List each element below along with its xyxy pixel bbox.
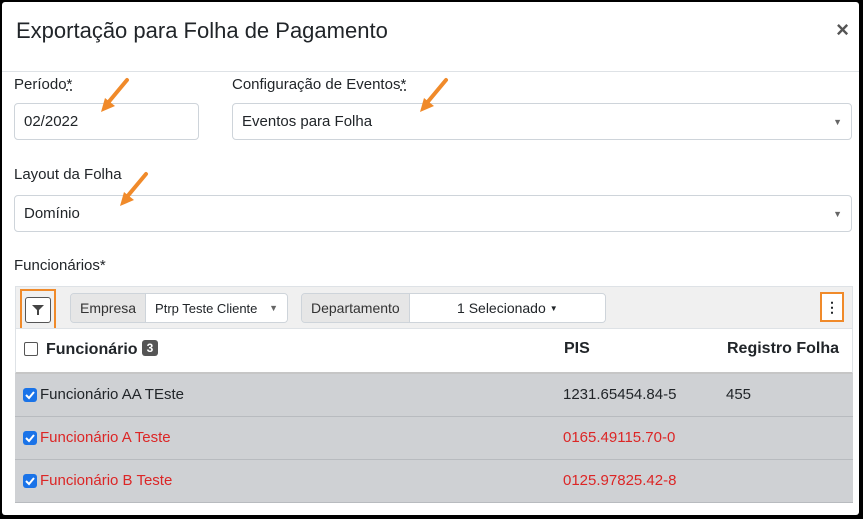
caret-down-icon: ▼ <box>833 116 842 127</box>
table-toolbar: Empresa Ptrp Teste Cliente ▼ Departament… <box>15 286 853 331</box>
check-icon <box>25 434 35 443</box>
annotation-arrow-icon <box>101 78 129 112</box>
table-row[interactable]: Funcionário A Teste 0165.49115.70-0 <box>15 417 853 460</box>
empresa-filter[interactable]: Empresa Ptrp Teste Cliente ▼ <box>70 293 288 323</box>
caret-down-icon: ▼ <box>269 303 278 313</box>
filter-icon <box>32 305 44 315</box>
row-name: Funcionário AA TEste <box>40 386 184 403</box>
modal-header: Exportação para Folha de Pagamento × <box>2 2 859 72</box>
kebab-menu-icon: ⋮ <box>825 298 839 315</box>
header-registro: Registro Folha <box>727 340 840 357</box>
row-checkbox[interactable] <box>23 388 37 402</box>
more-options-button[interactable]: ⋮ <box>820 292 844 322</box>
row-pis: 0165.49115.70-0 <box>563 429 676 446</box>
departamento-filter[interactable]: Departamento 1 Selecionado ▼ <box>301 293 606 323</box>
row-pis: 0125.97825.42-8 <box>563 472 677 489</box>
table-row[interactable]: Funcionário AA TEste 1231.65454.84-5 455 <box>15 374 853 417</box>
close-icon[interactable]: × <box>836 17 849 42</box>
header-funcionario: Funcionário 3 <box>46 340 159 359</box>
caret-down-icon: ▼ <box>549 303 558 313</box>
filter-button[interactable] <box>20 289 56 331</box>
departamento-label: Departamento <box>302 294 410 322</box>
config-label: Configuração de Eventos* <box>232 76 407 93</box>
annotation-arrow-icon <box>420 78 448 112</box>
row-pis: 1231.65454.84-5 <box>563 386 677 403</box>
export-modal: Exportação para Folha de Pagamento × Per… <box>2 2 859 515</box>
row-name: Funcionário B Teste <box>40 472 173 489</box>
departamento-select[interactable]: 1 Selecionado ▼ <box>409 294 605 322</box>
layout-label: Layout da Folha <box>14 166 122 183</box>
close-button[interactable]: × <box>836 17 849 42</box>
table-header: Funcionário 3 PIS Registro Folha <box>15 328 853 374</box>
header-pis: PIS <box>564 340 590 357</box>
config-select[interactable]: Eventos para Folha ▼ <box>232 103 852 140</box>
count-badge: 3 <box>141 340 159 356</box>
row-registro: 455 <box>726 386 752 403</box>
check-icon <box>25 391 35 400</box>
caret-down-icon: ▼ <box>833 208 842 219</box>
row-checkbox[interactable] <box>23 431 37 445</box>
empresa-select[interactable]: Ptrp Teste Cliente ▼ <box>146 294 287 322</box>
empresa-label: Empresa <box>71 294 147 322</box>
row-name: Funcionário A Teste <box>40 429 171 446</box>
row-checkbox[interactable] <box>23 474 37 488</box>
modal-title: Exportação para Folha de Pagamento <box>16 18 388 43</box>
funcionarios-label: Funcionários* <box>14 257 106 274</box>
table-row[interactable]: Funcionário B Teste 0125.97825.42-8 <box>15 460 853 503</box>
funcionarios-table: Funcionário 3 PIS Registro Folha Funcioná… <box>15 328 853 503</box>
check-icon <box>25 477 35 486</box>
select-all-checkbox[interactable] <box>24 342 38 356</box>
annotation-arrow-icon <box>120 172 148 206</box>
periodo-label: Período* <box>14 76 73 93</box>
